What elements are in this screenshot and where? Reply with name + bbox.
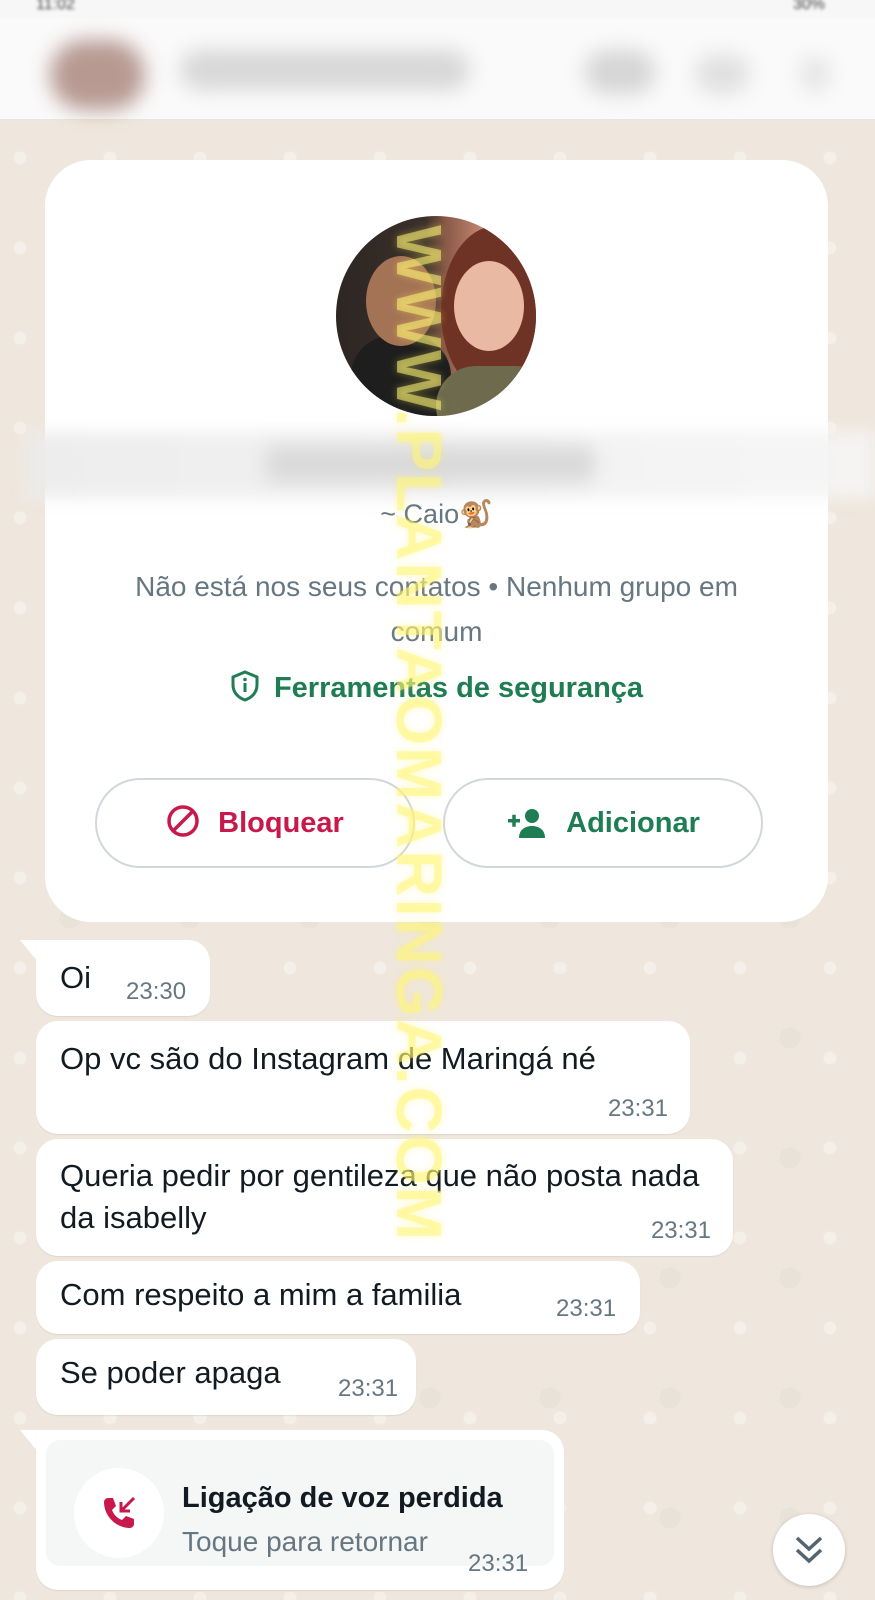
- missed-call-title: Ligação de voz perdida: [182, 1482, 503, 1514]
- block-label: Bloquear: [218, 807, 344, 839]
- message-text: Se poder apaga: [60, 1355, 281, 1390]
- message-time: 23:31: [607, 1095, 668, 1122]
- scroll-to-bottom-button[interactable]: [773, 1514, 845, 1586]
- block-icon: [167, 805, 199, 837]
- add-person-icon: [508, 809, 546, 838]
- block-button[interactable]: Bloquear: [95, 778, 415, 868]
- shield-icon: [230, 670, 260, 710]
- missed-call-bubble[interactable]: Ligação de voz perdida Toque para retorn…: [36, 1430, 564, 1590]
- message-bubble[interactable]: Com respeito a mim a familia 23:31: [36, 1261, 640, 1334]
- contact-info-text: Não está nos seus contatos • Nenhum grup…: [135, 571, 738, 647]
- message-time: 23:30: [126, 978, 187, 1005]
- double-chevron-down-icon: [795, 1536, 823, 1564]
- message-bubble[interactable]: Op vc são do Instagram de Maringá né 23:…: [36, 1021, 690, 1134]
- voice-call-icon[interactable]: [695, 54, 750, 94]
- add-label: Adicionar: [566, 807, 700, 839]
- contact-name-blurred[interactable]: [180, 50, 470, 90]
- missed-call-subtitle: Toque para retornar: [182, 1526, 428, 1557]
- message-text: Oi: [60, 960, 91, 995]
- missed-call-icon: [74, 1468, 164, 1558]
- safety-tools-label: Ferramentas de segurança: [273, 672, 644, 704]
- message-bubble[interactable]: Oi 23:30: [36, 940, 210, 1016]
- more-options-icon[interactable]: [800, 56, 830, 92]
- contact-info-card: ~ Caio🐒 Não está nos seus contatos • Nen…: [25, 160, 875, 922]
- message-time: 23:31: [650, 1217, 711, 1244]
- status-bar: 11:02 30%: [0, 0, 875, 18]
- message-text: Op vc são do Instagram de Maringá né: [60, 1041, 596, 1076]
- contact-avatar-blurred[interactable]: [50, 40, 145, 110]
- safety-tools-link[interactable]: Ferramentas de segurança: [45, 670, 828, 710]
- status-time: 11:02: [36, 0, 75, 13]
- profile-photo[interactable]: [336, 216, 536, 416]
- message-time: 23:31: [338, 1375, 399, 1402]
- message-text: Com respeito a mim a familia: [60, 1277, 462, 1312]
- message-text: Queria pedir por gentileza que não posta…: [60, 1158, 700, 1235]
- video-call-icon[interactable]: [585, 50, 655, 94]
- message-time: 23:31: [556, 1295, 617, 1322]
- phone-number-blurred: [25, 432, 875, 498]
- message-bubble[interactable]: Se poder apaga 23:31: [36, 1339, 416, 1415]
- battery-status: 30%: [792, 0, 825, 13]
- message-time: 23:31: [468, 1550, 529, 1577]
- missed-call-card[interactable]: Ligação de voz perdida Toque para retorn…: [46, 1440, 554, 1566]
- push-name: ~ Caio🐒: [380, 499, 493, 529]
- add-contact-button[interactable]: Adicionar: [443, 778, 763, 868]
- message-bubble[interactable]: Queria pedir por gentileza que não posta…: [36, 1139, 733, 1256]
- chat-header: [0, 18, 875, 120]
